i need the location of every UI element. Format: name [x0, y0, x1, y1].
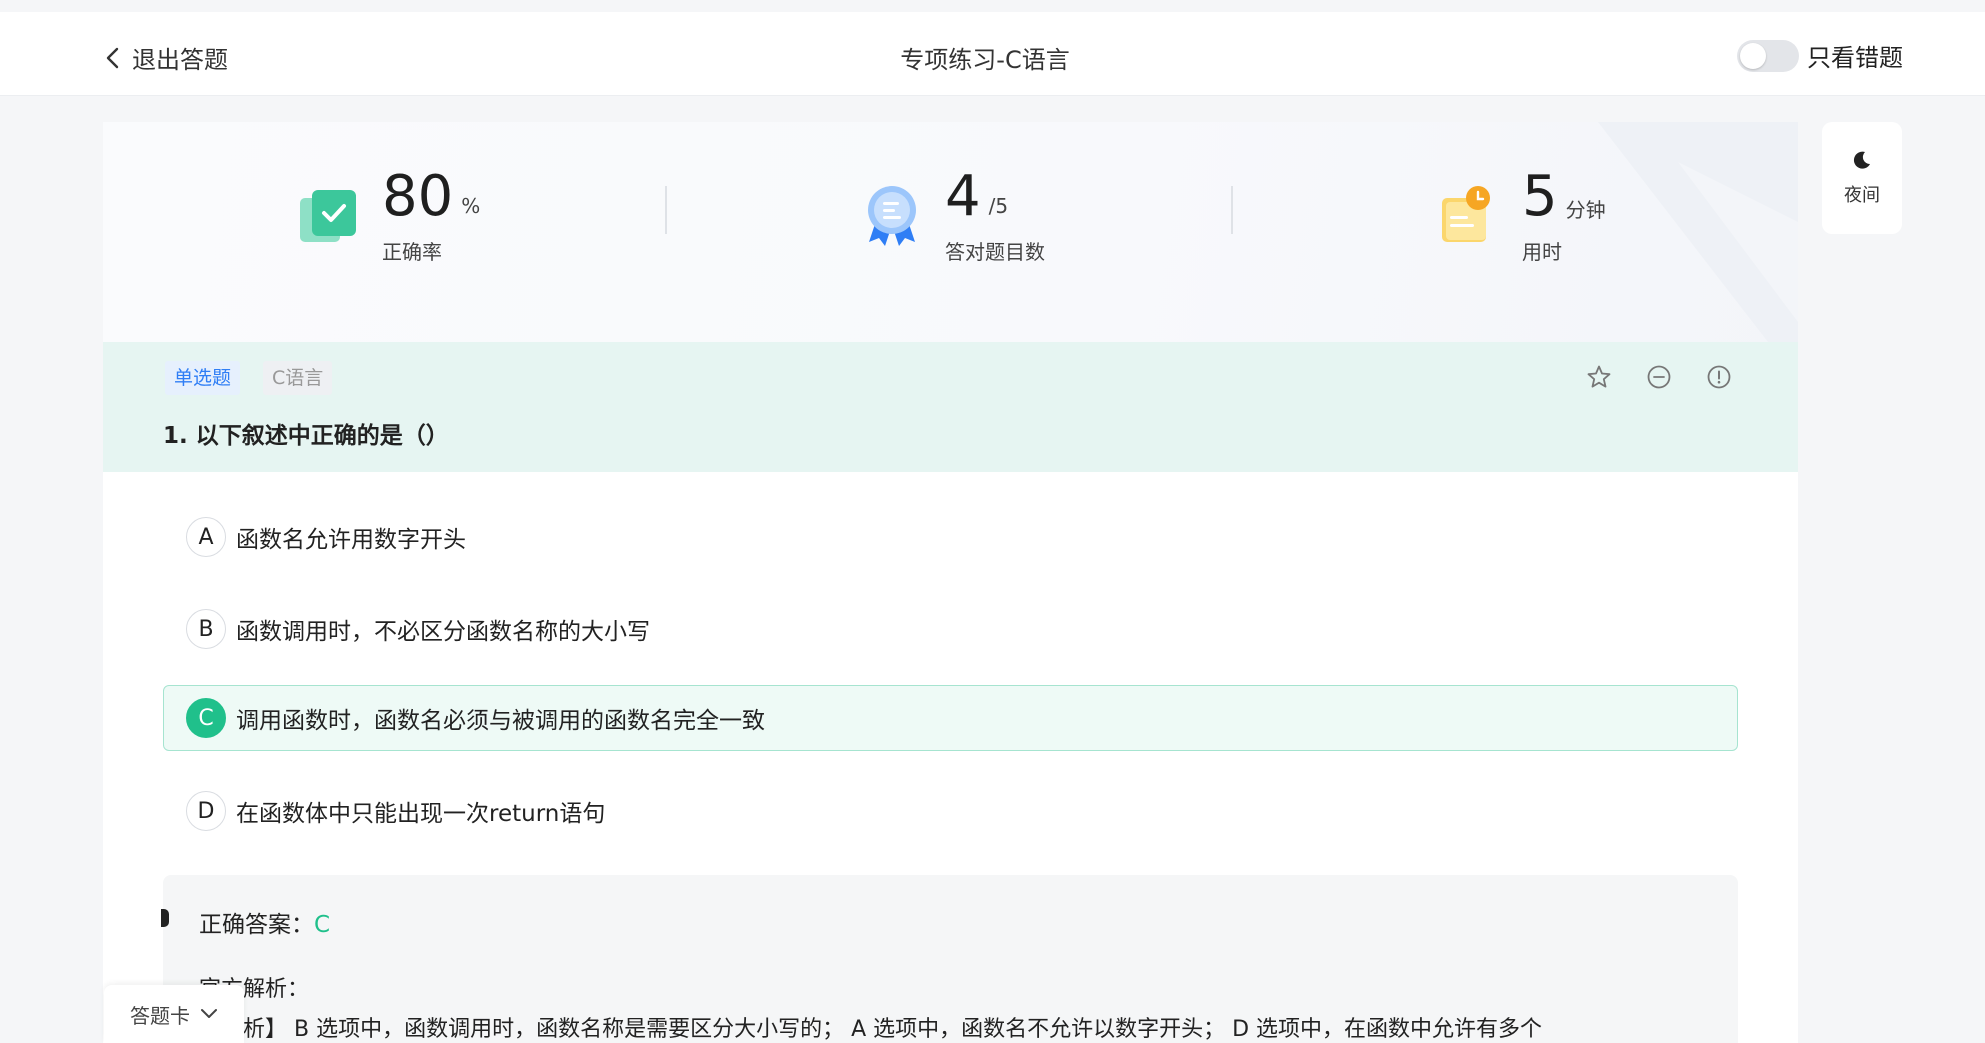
analysis-text: 【解析】 B 选项中，函数调用时，函数名称是需要区分大小写的； A 选项中，函数…: [199, 1017, 1543, 1042]
time-used-label: 用时: [1522, 240, 1562, 264]
correct-rate-icon: [300, 190, 356, 242]
time-used-value: 5: [1522, 164, 1558, 229]
correct-answer-line: 正确答案：C: [199, 905, 330, 939]
answer-sheet-tab[interactable]: 答题卡: [104, 985, 244, 1043]
stat-accuracy: 80 % 正确率: [298, 160, 480, 265]
stats-panel: 80 % 正确率 4 /5 答对题目数 5 分钟 用时: [103, 122, 1798, 342]
night-mode-label: 夜间: [1844, 185, 1880, 206]
question-actions: [1586, 364, 1732, 390]
option-text: 在函数体中只能出现一次return语句: [236, 801, 606, 827]
option-b[interactable]: B 函数调用时，不必区分函数名称的大小写: [163, 596, 1738, 662]
moon-icon: [1853, 151, 1870, 169]
correct-answer-label: 正确答案：: [199, 912, 314, 938]
clock-note-icon: [1442, 186, 1490, 242]
accuracy-value: 80: [382, 164, 454, 229]
option-letter: C: [186, 698, 226, 738]
star-icon[interactable]: [1586, 364, 1612, 390]
correct-count-total: /5: [988, 194, 1009, 218]
header-bar: 退出答题 专项练习-C语言 只看错题: [0, 12, 1985, 96]
chevron-down-icon: [201, 1009, 217, 1018]
subject-tag: C语言: [263, 361, 333, 395]
night-mode-button[interactable]: 夜间: [1822, 122, 1902, 234]
option-text: 函数名允许用数字开头: [236, 527, 466, 553]
correct-count-value: 4: [945, 164, 981, 229]
correct-answer-value: C: [314, 912, 331, 938]
option-a[interactable]: A 函数名允许用数字开头: [163, 504, 1738, 570]
stat-correct-count: 4 /5 答对题目数: [861, 160, 1045, 265]
wrong-only-switch-group: 只看错题: [1737, 38, 1903, 73]
option-text: 调用函数时，函数名必须与被调用的函数名完全一致: [236, 708, 765, 734]
wrong-only-label: 只看错题: [1807, 44, 1903, 72]
award-medal-icon: [868, 186, 916, 246]
info-circle-icon[interactable]: [1706, 364, 1732, 390]
stat-divider: [665, 186, 667, 234]
option-c[interactable]: C 调用函数时，函数名必须与被调用的函数名完全一致: [163, 685, 1738, 751]
stat-time-used: 5 分钟 用时: [1438, 160, 1606, 265]
stat-divider: [1231, 186, 1233, 234]
time-used-unit: 分钟: [1565, 198, 1606, 222]
accuracy-unit: %: [461, 194, 481, 218]
analysis-panel: 正确答案：C 官方解析： 【解析】 B 选项中，函数调用时，函数名称是需要区分大…: [161, 875, 1738, 1043]
correct-count-label: 答对题目数: [945, 240, 1045, 264]
question-title: 1. 以下叙述中正确的是（）: [163, 423, 449, 449]
option-text: 函数调用时，不必区分函数名称的大小写: [236, 619, 650, 645]
answer-sheet-label: 答题卡: [130, 1003, 190, 1028]
question-header: 单选题 C语言 1. 以下叙述中正确的是（）: [103, 342, 1798, 472]
option-letter: D: [186, 791, 226, 831]
accuracy-label: 正确率: [382, 240, 442, 264]
wrong-only-toggle[interactable]: [1737, 39, 1799, 72]
minus-circle-icon[interactable]: [1646, 364, 1672, 390]
answer-marker: [161, 909, 169, 927]
option-d[interactable]: D 在函数体中只能出现一次return语句: [163, 778, 1738, 844]
top-strip: [0, 0, 1985, 12]
option-letter: B: [186, 609, 226, 649]
result-card: 80 % 正确率 4 /5 答对题目数 5 分钟 用时 单选题 C语言 1. 以…: [103, 122, 1798, 1043]
option-letter: A: [186, 517, 226, 557]
question-type-tag: 单选题: [165, 361, 241, 395]
page-title: 专项练习-C语言: [900, 46, 1070, 74]
